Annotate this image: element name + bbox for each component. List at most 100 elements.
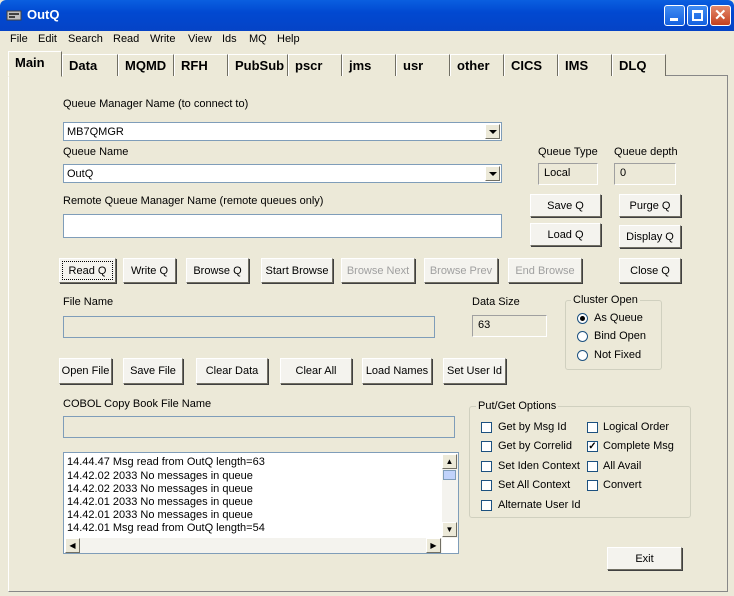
tab-rfh[interactable]: RFH (174, 54, 228, 76)
maximize-button[interactable] (687, 5, 708, 26)
load-names-button[interactable]: Load Names (362, 358, 432, 384)
vertical-scrollbar[interactable]: ▲ ▼ (442, 454, 458, 538)
tab-usr[interactable]: usr (396, 54, 450, 76)
file-name-label: File Name (63, 296, 114, 308)
log-line: 14.42.01 2033 No messages in queue (67, 509, 253, 521)
scroll-left-icon[interactable]: ◀ (65, 538, 80, 553)
radio-not-fixed[interactable] (577, 350, 588, 361)
convert-label[interactable]: Convert (603, 479, 642, 491)
browse-q-button[interactable]: Browse Q (186, 258, 249, 283)
horizontal-scrollbar[interactable]: ◀ ▶ (65, 538, 442, 553)
logical-order-checkbox[interactable] (587, 422, 598, 433)
queue-value: OutQ (67, 168, 94, 180)
all-avail-label[interactable]: All Avail (603, 460, 641, 472)
cobol-input[interactable] (63, 416, 455, 438)
chevron-down-icon[interactable] (485, 166, 500, 181)
tab-other[interactable]: other (450, 54, 504, 76)
close-q-button[interactable]: Close Q (619, 258, 681, 283)
open-file-button[interactable]: Open File (59, 358, 112, 384)
log-line: 14.42.02 2033 No messages in queue (67, 483, 253, 495)
remote-qm-input[interactable] (63, 214, 502, 238)
qdepth-value: 0 (614, 163, 676, 185)
browse-next-button[interactable]: Browse Next (341, 258, 415, 283)
logical-order-label[interactable]: Logical Order (603, 421, 669, 433)
save-file-button[interactable]: Save File (123, 358, 183, 384)
radio-bind-open[interactable] (577, 331, 588, 342)
menu-view[interactable]: View (188, 33, 212, 45)
write-q-button[interactable]: Write Q (123, 258, 176, 283)
get-by-msg-id-label[interactable]: Get by Msg Id (498, 421, 566, 433)
load-q-button[interactable]: Load Q (530, 223, 601, 246)
menu-search[interactable]: Search (68, 33, 103, 45)
title-bar[interactable] (0, 0, 734, 31)
chevron-down-icon[interactable] (485, 124, 500, 139)
file-name-input[interactable] (63, 316, 435, 338)
data-size-value: 63 (472, 315, 547, 337)
get-by-correlid-label[interactable]: Get by Correlid (498, 440, 572, 452)
maximize-icon (692, 10, 703, 21)
tab-strip: Main Data MQMD RFH PubSub pscr jms usr o… (8, 51, 728, 77)
menu-read[interactable]: Read (113, 33, 139, 45)
convert-checkbox[interactable] (587, 480, 598, 491)
as-queue-label[interactable]: As Queue (594, 312, 643, 324)
start-browse-button[interactable]: Start Browse (261, 258, 333, 283)
tab-pubsub[interactable]: PubSub (228, 54, 288, 76)
scroll-up-icon[interactable]: ▲ (442, 454, 457, 469)
display-q-button[interactable]: Display Q (619, 225, 681, 248)
exit-button[interactable]: Exit (607, 547, 682, 570)
menu-help[interactable]: Help (277, 33, 300, 45)
queue-combo[interactable]: OutQ (63, 164, 502, 183)
save-q-button[interactable]: Save Q (530, 194, 601, 217)
log-line: 14.44.47 Msg read from OutQ length=63 (67, 456, 265, 468)
all-avail-checkbox[interactable] (587, 461, 598, 472)
get-by-correlid-checkbox[interactable] (481, 441, 492, 452)
set-all-context-label[interactable]: Set All Context (498, 479, 570, 491)
qdepth-label: Queue depth (614, 146, 678, 158)
tab-cics[interactable]: CICS (504, 54, 558, 76)
menu-edit[interactable]: Edit (38, 33, 57, 45)
read-q-button[interactable]: Read Q (59, 258, 116, 283)
menu-ids[interactable]: Ids (222, 33, 237, 45)
minimize-icon (670, 18, 678, 21)
set-iden-context-checkbox[interactable] (481, 461, 492, 472)
clear-data-button[interactable]: Clear Data (196, 358, 268, 384)
tab-mqmd[interactable]: MQMD (118, 54, 174, 76)
browse-prev-button[interactable]: Browse Prev (424, 258, 498, 283)
alternate-user-id-label[interactable]: Alternate User Id (498, 499, 581, 511)
qm-combo[interactable]: MB7QMGR (63, 122, 502, 141)
set-iden-context-label[interactable]: Set Iden Context (498, 460, 580, 472)
putget-title: Put/Get Options (476, 400, 559, 412)
clear-all-button[interactable]: Clear All (280, 358, 352, 384)
message-log[interactable]: 14.44.47 Msg read from OutQ length=63 14… (63, 452, 459, 554)
close-button[interactable]: ✕ (710, 5, 731, 26)
radio-as-queue[interactable] (577, 313, 588, 324)
scroll-right-icon[interactable]: ▶ (426, 538, 441, 553)
set-user-id-button[interactable]: Set User Id (443, 358, 506, 384)
data-size-label: Data Size (472, 296, 520, 308)
tab-dlq[interactable]: DLQ (612, 54, 666, 76)
menu-write[interactable]: Write (150, 33, 175, 45)
menu-file[interactable]: File (10, 33, 28, 45)
minimize-button[interactable] (664, 5, 685, 26)
bind-open-label[interactable]: Bind Open (594, 330, 646, 342)
scroll-thumb[interactable] (443, 470, 456, 480)
alternate-user-id-checkbox[interactable] (481, 500, 492, 511)
menu-mq[interactable]: MQ (249, 33, 267, 45)
purge-q-button[interactable]: Purge Q (619, 194, 681, 217)
get-by-msg-id-checkbox[interactable] (481, 422, 492, 433)
tab-pscr[interactable]: pscr (288, 54, 342, 76)
complete-msg-checkbox[interactable]: ✓ (587, 441, 598, 452)
log-line: 14.42.01 Msg read from OutQ length=54 (67, 522, 265, 534)
complete-msg-label[interactable]: Complete Msg (603, 440, 674, 452)
log-line: 14.42.02 2033 No messages in queue (67, 470, 253, 482)
menu-bar: File Edit Search Read Write View Ids MQ … (0, 31, 734, 49)
not-fixed-label[interactable]: Not Fixed (594, 349, 641, 361)
tab-ims[interactable]: IMS (558, 54, 612, 76)
tab-jms[interactable]: jms (342, 54, 396, 76)
tab-data[interactable]: Data (62, 54, 118, 76)
queue-label: Queue Name (63, 146, 129, 158)
tab-main[interactable]: Main (8, 51, 62, 77)
set-all-context-checkbox[interactable] (481, 480, 492, 491)
end-browse-button[interactable]: End Browse (508, 258, 582, 283)
scroll-down-icon[interactable]: ▼ (442, 522, 457, 537)
